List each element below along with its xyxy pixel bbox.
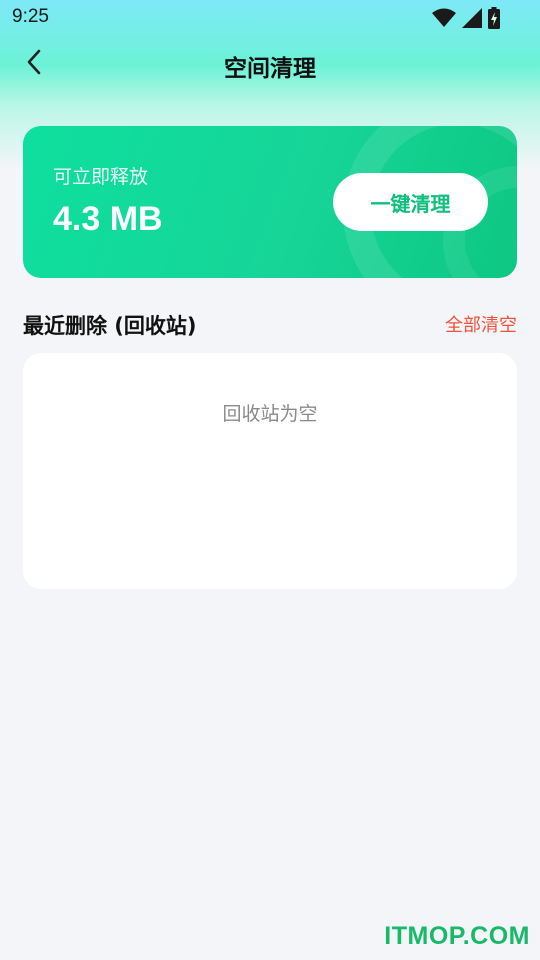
- releasable-size-value: 4.3 MB: [53, 200, 163, 238]
- signal-icon: [462, 8, 482, 32]
- wifi-icon: [432, 8, 456, 32]
- watermark-logo: ITMOP.COM: [384, 922, 530, 950]
- page-title: 空间清理: [224, 56, 316, 82]
- recycle-bin-list: 回收站为空: [23, 353, 517, 589]
- navigation-bar: 空间清理: [0, 40, 540, 88]
- one-click-clean-button[interactable]: 一键清理: [333, 173, 488, 231]
- battery-charging-icon: [488, 7, 500, 33]
- releasable-label: 可立即释放: [53, 166, 149, 188]
- recycle-bin-header: 最近删除 (回收站) 全部清空: [23, 308, 517, 340]
- status-icons: [432, 7, 500, 33]
- clear-all-button[interactable]: 全部清空: [445, 311, 517, 337]
- releasable-space-card: 可立即释放 4.3 MB 一键清理: [23, 126, 517, 278]
- recycle-bin-empty-text: 回收站为空: [222, 403, 318, 425]
- status-bar: 9:25: [0, 0, 540, 36]
- recycle-bin-title: 最近删除 (回收站): [23, 314, 197, 338]
- status-time: 9:25: [12, 6, 49, 27]
